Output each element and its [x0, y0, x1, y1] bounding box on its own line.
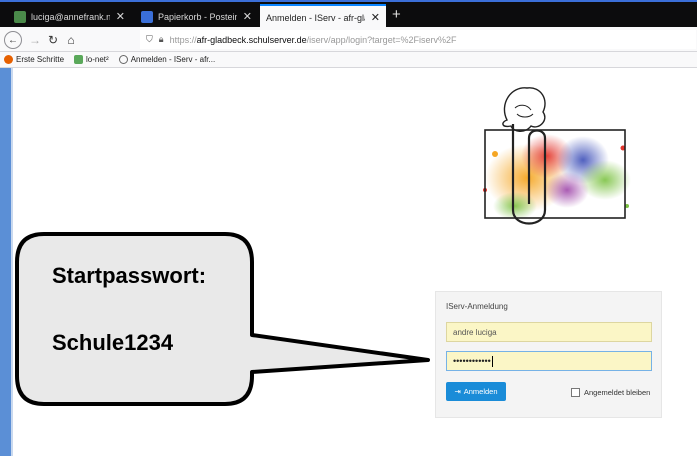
url-host: afr-gladbeck.schulserver.de — [196, 34, 307, 45]
username-field[interactable]: andre luciga — [446, 322, 652, 342]
tab-title: Papierkorb - Posteingang - Pos — [158, 11, 237, 22]
sign-in-icon: ⇥ — [454, 387, 461, 396]
tab-title: Anmelden - IServ - afr-gladbeck.s — [266, 12, 365, 23]
login-button[interactable]: ⇥ Anmelden — [446, 382, 506, 401]
lonet-icon — [74, 55, 84, 64]
bookmark-erste-schritte[interactable]: Erste Schritte — [4, 55, 64, 64]
mail-favicon-icon — [141, 10, 153, 23]
bookmark-anmelden-iserv[interactable]: Anmelden - IServ - afr... — [118, 55, 216, 64]
callout-password: Schule1234 — [52, 330, 174, 355]
bookmark-label: lo-net² — [86, 55, 109, 64]
tab-lonet-mail[interactable]: luciga@annefrank.nw.lo-net2. ✕ — [8, 6, 131, 27]
globe-icon — [118, 55, 128, 64]
close-tab-icon[interactable]: ✕ — [116, 10, 125, 23]
url-path: /iserv/app/login?target=%2Fiserv%2F — [306, 34, 457, 45]
tab-iserv-login[interactable]: Anmelden - IServ - afr-gladbeck.s ✕ — [260, 4, 386, 29]
remember-label: Angemeldet bleiben — [584, 388, 651, 397]
tracking-shield-icon[interactable]: ⛉ — [146, 34, 153, 45]
reload-icon[interactable]: ↻ — [44, 31, 62, 48]
home-icon[interactable]: ⌂ — [62, 31, 80, 48]
lonet-favicon-icon — [14, 10, 26, 23]
url-text: https://afr-gladbeck.schulserver.de/iser… — [170, 35, 457, 45]
close-tab-icon[interactable]: ✕ — [243, 10, 252, 23]
firefox-icon — [4, 55, 13, 64]
school-logo — [483, 87, 631, 225]
checkbox-icon[interactable] — [571, 388, 580, 397]
login-button-label: Anmelden — [463, 387, 498, 396]
forward-arrow-icon[interactable]: → — [26, 31, 44, 48]
url-prefix: https:// — [169, 34, 197, 45]
text-cursor — [491, 355, 493, 367]
bookmark-lonet[interactable]: lo-net² — [74, 55, 109, 64]
left-edge-bar — [0, 68, 11, 456]
bookmarks-toolbar: Erste Schritte lo-net² Anmelden - IServ … — [0, 52, 697, 68]
login-title: IServ-Anmeldung — [446, 302, 508, 311]
bookmark-label: Anmelden - IServ - afr... — [130, 55, 216, 64]
url-bar[interactable]: ⛉ 🔒︎ https://afr-gladbeck.schulserver.de… — [140, 30, 696, 49]
new-tab-button[interactable]: + — [392, 7, 401, 22]
left-edge-divider — [11, 68, 13, 456]
tab-title: luciga@annefrank.nw.lo-net2. — [31, 11, 110, 22]
close-tab-icon[interactable]: ✕ — [371, 11, 380, 24]
password-field[interactable]: •••••••••••• — [446, 351, 652, 371]
lock-icon[interactable]: 🔒︎ — [159, 34, 164, 45]
callout-title: Startpasswort: — [52, 263, 207, 288]
tab-bar: luciga@annefrank.nw.lo-net2. ✕ Papierkor… — [0, 0, 697, 29]
password-mask: •••••••••••• — [453, 356, 491, 366]
bookmark-label: Erste Schritte — [16, 55, 65, 64]
navigation-bar: ← → ↻ ⌂ ⛉ 🔒︎ https://afr-gladbeck.schuls… — [0, 27, 697, 52]
login-panel: IServ-Anmeldung andre luciga •••••••••••… — [435, 291, 662, 418]
back-arrow-icon[interactable]: ← — [4, 31, 22, 49]
remember-me-checkbox[interactable]: Angemeldet bleiben — [571, 388, 650, 397]
tab-papierkorb[interactable]: Papierkorb - Posteingang - Pos ✕ — [135, 6, 258, 27]
